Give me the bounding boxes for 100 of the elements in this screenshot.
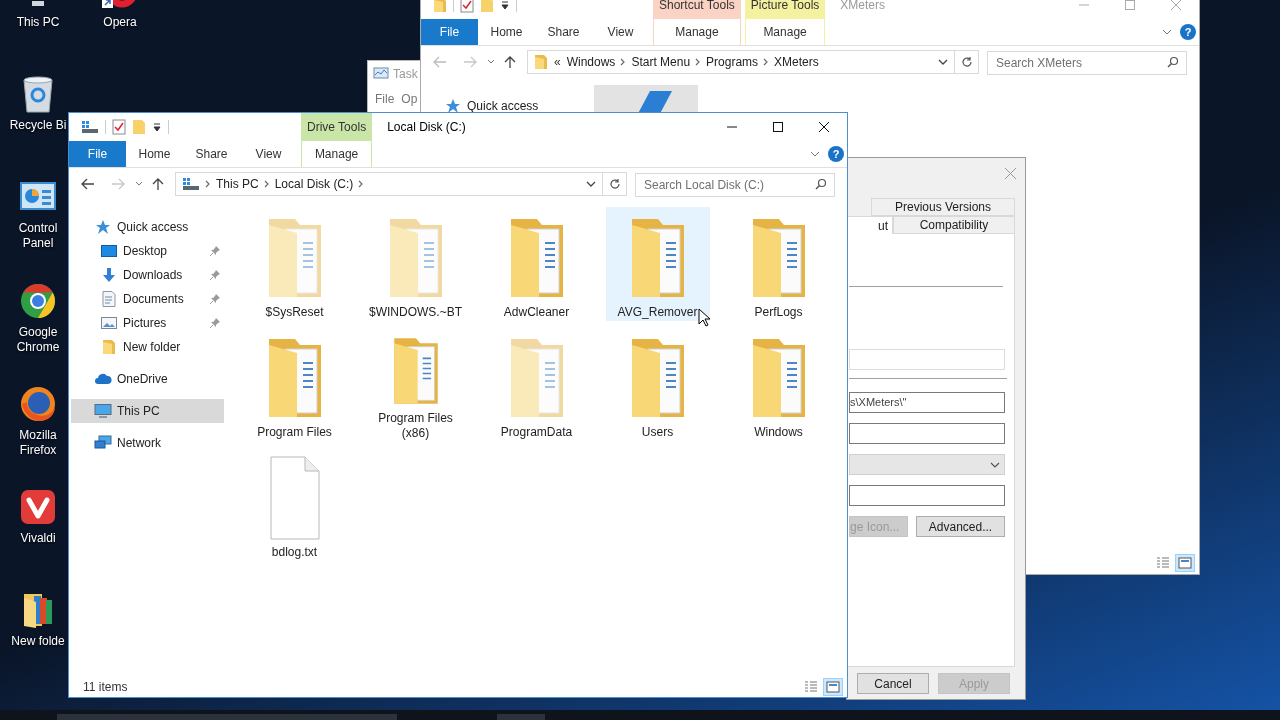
- nav-item[interactable]: Network: [71, 431, 224, 455]
- close-icon: [819, 122, 829, 132]
- file-tab[interactable]: File: [421, 19, 478, 45]
- breadcrumb[interactable]: Windows: [566, 53, 616, 71]
- search-field[interactable]: Search XMeters: [987, 51, 1187, 75]
- ribbon-tab[interactable]: Home: [478, 19, 535, 45]
- ribbon-tab[interactable]: View: [592, 19, 649, 45]
- desktop-icon-label[interactable]: Vivaldi: [20, 531, 56, 546]
- ribbon-tab[interactable]: Home: [126, 141, 183, 167]
- menu-item[interactable]: Op: [401, 90, 418, 108]
- dialog-tab[interactable]: ut: [847, 216, 893, 234]
- details-icon: [1156, 557, 1170, 569]
- forward-arrow-icon: [111, 178, 125, 190]
- desktop-icon-label[interactable]: New folde: [11, 634, 65, 649]
- text-field[interactable]: [849, 485, 1005, 506]
- pin-icon: [210, 294, 220, 304]
- nav-item[interactable]: Quick access: [421, 98, 543, 114]
- breadcrumb[interactable]: XMeters: [774, 53, 819, 71]
- dropdown-icon[interactable]: [152, 122, 162, 132]
- desktop-icon-label[interactable]: Opera: [103, 15, 137, 30]
- folder-item[interactable]: Program Files (x86): [363, 327, 468, 441]
- breadcrumb[interactable]: Programs: [706, 53, 759, 71]
- context-tab[interactable]: Manage: [744, 19, 826, 45]
- folder-item[interactable]: ProgramData: [484, 327, 589, 441]
- forward-arrow-icon: [463, 56, 477, 68]
- dialog-tab[interactable]: Previous Versions: [871, 198, 1015, 216]
- folder-item[interactable]: AVG_Remover: [605, 207, 710, 321]
- large-icons-icon: [826, 681, 840, 693]
- search-icon[interactable]: [1167, 56, 1179, 68]
- vivaldi-icon[interactable]: [18, 487, 58, 527]
- desktop-icon-label[interactable]: Recycle Bi: [9, 118, 67, 133]
- search-icon[interactable]: [815, 178, 827, 190]
- dialog-button[interactable]: Advanced...: [916, 516, 1005, 537]
- monitor-icon: [94, 403, 112, 419]
- chevron-icon: [263, 180, 270, 188]
- nav-item[interactable]: Pictures: [71, 311, 224, 335]
- ribbon-tab[interactable]: Share: [183, 141, 240, 167]
- folder-item[interactable]: AdwCleaner: [484, 207, 589, 321]
- folder-item[interactable]: $SysReset: [242, 207, 347, 321]
- menu-item[interactable]: File: [375, 90, 395, 108]
- file-tab[interactable]: File: [69, 141, 126, 167]
- dialog-button[interactable]: Cancel: [857, 673, 929, 694]
- cursor-icon: [698, 308, 710, 327]
- folder-item[interactable]: PerfLogs: [726, 207, 831, 321]
- address-bar[interactable]: « Windows Start Menu Programs XMeters: [527, 50, 979, 74]
- nav-item[interactable]: This PC: [71, 399, 224, 423]
- text-field[interactable]: [849, 423, 1005, 444]
- properties-icon[interactable]: [112, 119, 126, 135]
- status-text: 11 items: [82, 679, 128, 696]
- address-bar[interactable]: This PC Local Disk (C:): [175, 172, 627, 196]
- large-icons-view-button[interactable]: [1175, 554, 1195, 572]
- context-tab[interactable]: Manage: [653, 19, 741, 45]
- desktop-icon-label[interactable]: Mozilla Firefox: [8, 428, 68, 458]
- desktop-icon-label[interactable]: Google Chrome: [8, 325, 68, 355]
- cloud-icon: [94, 373, 112, 385]
- caret-icon: [938, 59, 948, 65]
- ribbon-tab[interactable]: View: [240, 141, 297, 167]
- nav-item[interactable]: OneDrive: [71, 367, 224, 391]
- breadcrumb[interactable]: Start Menu: [631, 53, 691, 71]
- dropdown-icon[interactable]: [500, 0, 510, 10]
- caret-icon: [990, 461, 1000, 468]
- pin-icon: [210, 270, 220, 280]
- folder-icon: [433, 0, 447, 13]
- breadcrumb[interactable]: Local Disk (C:): [274, 175, 354, 193]
- back-arrow-icon: [81, 178, 95, 190]
- chrome-icon[interactable]: [18, 281, 58, 321]
- drive-icon: [182, 177, 200, 191]
- desktop-icon-label[interactable]: This PC: [16, 15, 60, 30]
- up-arrow-icon: [152, 177, 164, 191]
- breadcrumb[interactable]: This PC: [216, 175, 259, 193]
- dialog-tab[interactable]: Compatibility: [893, 216, 1015, 234]
- file-item[interactable]: bdlog.txt: [242, 447, 347, 561]
- thumbnail-icon[interactable]: [594, 85, 698, 113]
- overflow-chevron[interactable]: «: [554, 53, 561, 71]
- nav-item[interactable]: Downloads: [71, 263, 224, 287]
- collapse-ribbon-icon[interactable]: [1162, 29, 1172, 35]
- folder-item[interactable]: Users: [605, 327, 710, 441]
- task-manager-icon: [373, 67, 389, 81]
- help-button[interactable]: ?: [1180, 24, 1196, 40]
- document-icon: [102, 291, 116, 307]
- context-tab[interactable]: Manage: [301, 141, 373, 167]
- nav-item[interactable]: New folder: [71, 335, 224, 359]
- folder-item[interactable]: Program Files: [242, 327, 347, 441]
- desktop-icon-label[interactable]: Control Panel: [8, 221, 68, 251]
- help-button[interactable]: ?: [828, 146, 844, 162]
- nav-item[interactable]: Quick access: [71, 215, 224, 239]
- folder-item[interactable]: $WINDOWS.~BT: [363, 207, 468, 321]
- nav-item[interactable]: Documents: [71, 287, 224, 311]
- nav-item[interactable]: Desktop: [71, 239, 224, 263]
- network-icon: [94, 435, 112, 451]
- ribbon-tab[interactable]: Share: [535, 19, 592, 45]
- text-field[interactable]: s\XMeters\": [849, 392, 1005, 413]
- collapse-ribbon-icon[interactable]: [810, 151, 820, 157]
- large-icons-view-button[interactable]: [823, 678, 843, 696]
- search-field[interactable]: Search Local Disk (C:): [635, 173, 835, 197]
- back-arrow-icon: [433, 56, 447, 68]
- pin-icon: [210, 318, 220, 328]
- firefox-icon[interactable]: [18, 384, 58, 424]
- folder-item[interactable]: Windows: [726, 327, 831, 441]
- properties-icon[interactable]: [460, 0, 474, 13]
